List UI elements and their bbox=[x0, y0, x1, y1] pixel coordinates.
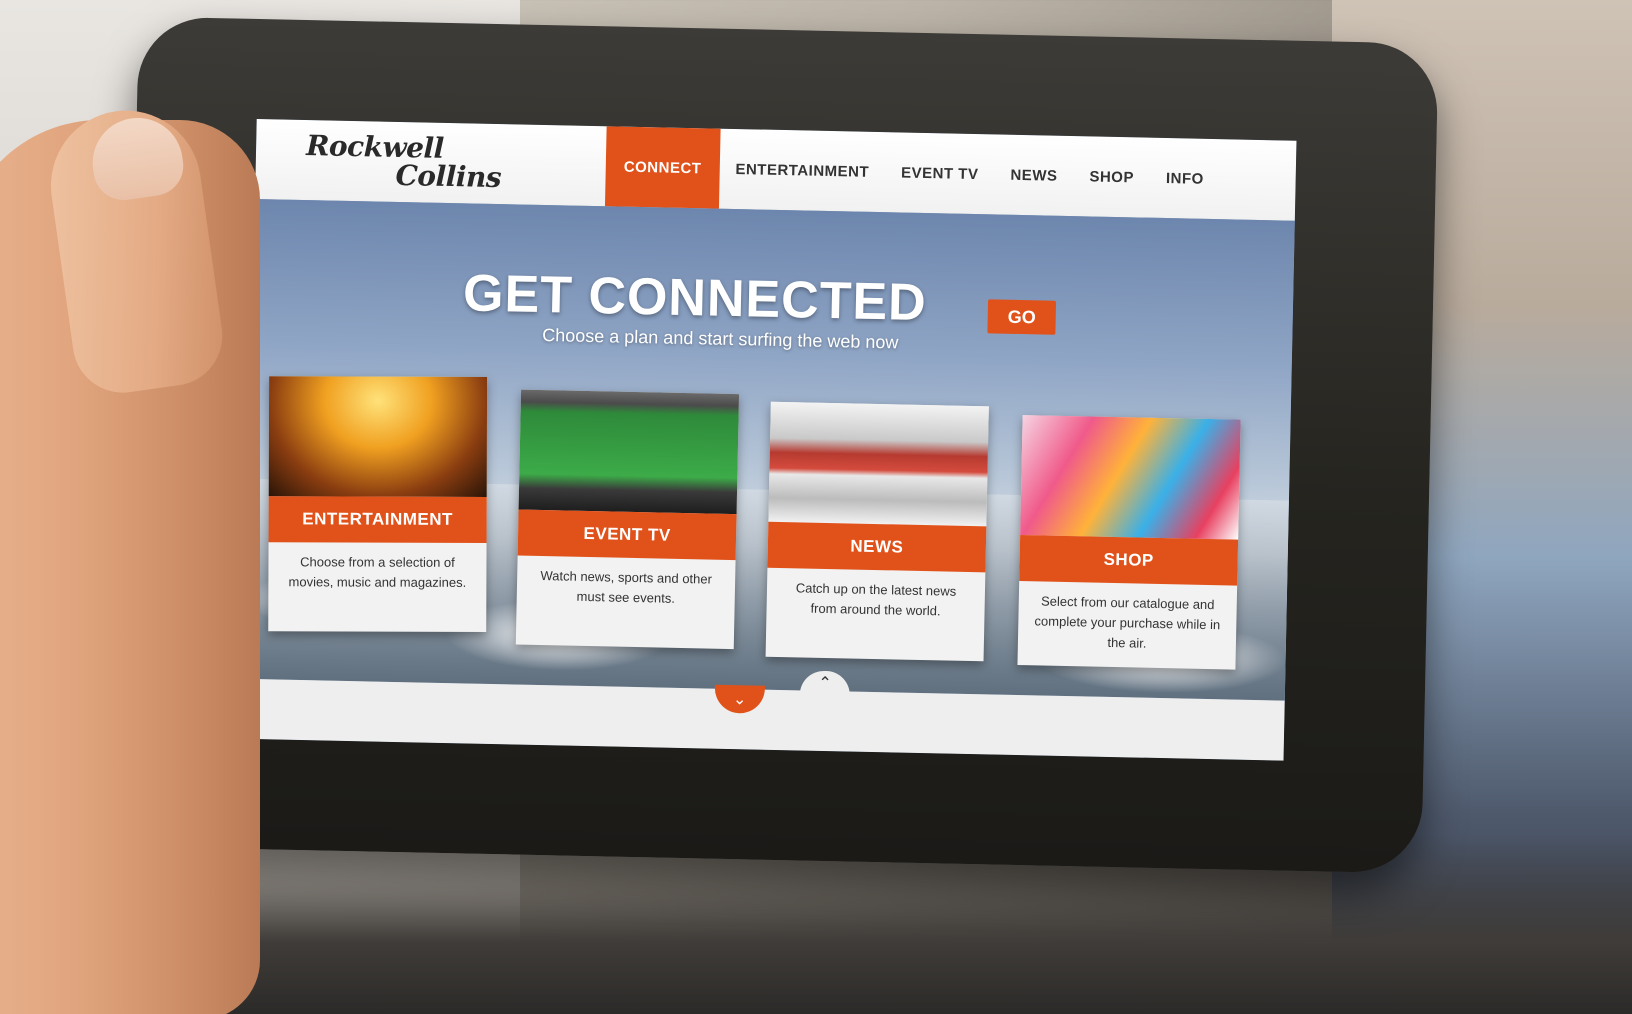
card-description: Select from our catalogue and complete y… bbox=[1034, 593, 1221, 651]
card-news[interactable]: NEWS Catch up on the latest news from ar… bbox=[765, 401, 989, 662]
nav-item-info[interactable]: INFO bbox=[1149, 138, 1221, 219]
nav-item-shop[interactable]: SHOP bbox=[1073, 136, 1151, 218]
card-entertainment[interactable]: ENTERTAINMENT Choose from a selection of… bbox=[268, 376, 488, 632]
card-description: Catch up on the latest news from around … bbox=[795, 580, 957, 619]
nav-item-entertainment[interactable]: ENTERTAINMENT bbox=[719, 129, 886, 212]
nav-item-news[interactable]: NEWS bbox=[994, 134, 1075, 216]
card-title: SHOP bbox=[1019, 535, 1239, 586]
shopping-bags-image bbox=[1020, 415, 1241, 540]
main-nav: CONNECT ENTERTAINMENT EVENT TV NEWS SHOP… bbox=[604, 126, 1221, 219]
hero-section: GET CONNECTED GO Choose a plan and start… bbox=[244, 198, 1295, 701]
tv-remote-image bbox=[518, 389, 740, 515]
card-shop[interactable]: SHOP Select from our catalogue and compl… bbox=[1017, 415, 1241, 670]
card-description: Watch news, sports and other must see ev… bbox=[540, 568, 713, 606]
hero-title: GET CONNECTED bbox=[462, 264, 928, 333]
card-description: Choose from a selection of movies, music… bbox=[288, 554, 467, 590]
rockwell-collins-logo[interactable]: Rockwell Collins bbox=[255, 119, 607, 206]
go-button[interactable]: GO bbox=[987, 299, 1057, 335]
tablet-screen: Rockwell Collins CONNECT ENTERTAINMENT E… bbox=[243, 118, 1297, 761]
card-title: EVENT TV bbox=[517, 509, 737, 561]
card-event-tv[interactable]: EVENT TV Watch news, sports and other mu… bbox=[515, 389, 740, 650]
card-title: ENTERTAINMENT bbox=[268, 496, 487, 543]
concert-crowd-image bbox=[268, 376, 488, 497]
nav-item-event-tv[interactable]: EVENT TV bbox=[884, 132, 995, 214]
nav-item-connect[interactable]: CONNECT bbox=[604, 126, 721, 209]
logo-line-2: Collins bbox=[395, 158, 502, 195]
card-title: NEWS bbox=[767, 521, 987, 573]
newspaper-image bbox=[768, 401, 989, 527]
tablet-device: Rockwell Collins CONNECT ENTERTAINMENT E… bbox=[121, 16, 1439, 874]
